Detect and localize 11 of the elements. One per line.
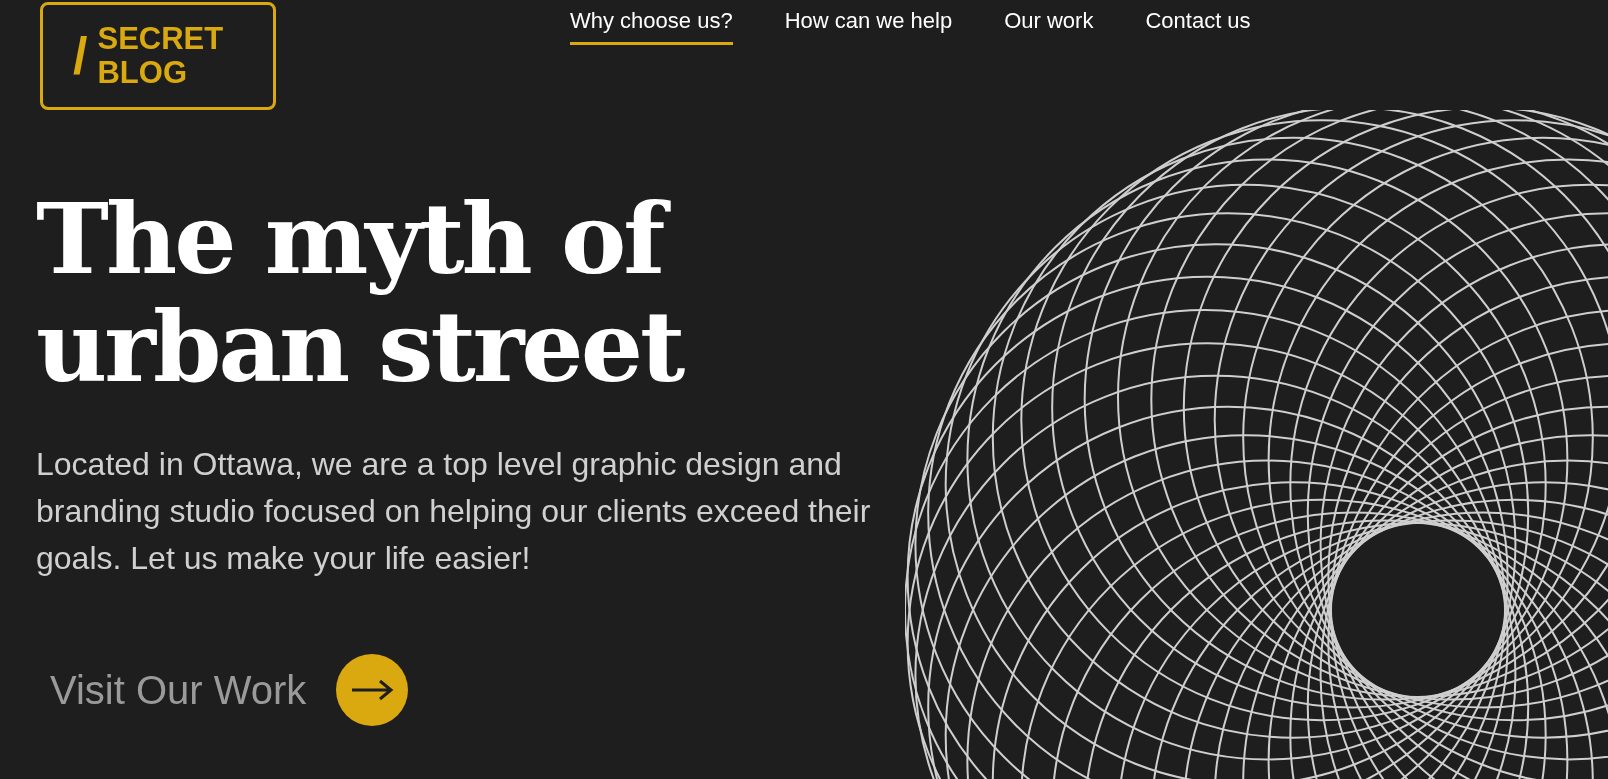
headline: The myth of — [36, 185, 869, 293]
logo-text: SECRET — [97, 22, 224, 56]
nav-link[interactable]: How can we help — [784, 4, 953, 45]
nav-link[interactable]: Our work — [1004, 4, 1094, 45]
nav-link[interactable]: Why choose us? — [570, 4, 733, 45]
visit-work-link[interactable]: Visit Our Work — [50, 660, 307, 720]
nav-link[interactable]: Contact us — [1145, 4, 1251, 45]
logo-text: BLOG — [97, 56, 188, 90]
arrow-right-icon — [350, 678, 395, 702]
intro-paragraph: Located in Ottawa, we are a top level graphic design and branding studio focused on helping our clients exceed their goals. Let us make your life easier! — [36, 445, 872, 578]
logo-slash: / — [73, 30, 88, 82]
